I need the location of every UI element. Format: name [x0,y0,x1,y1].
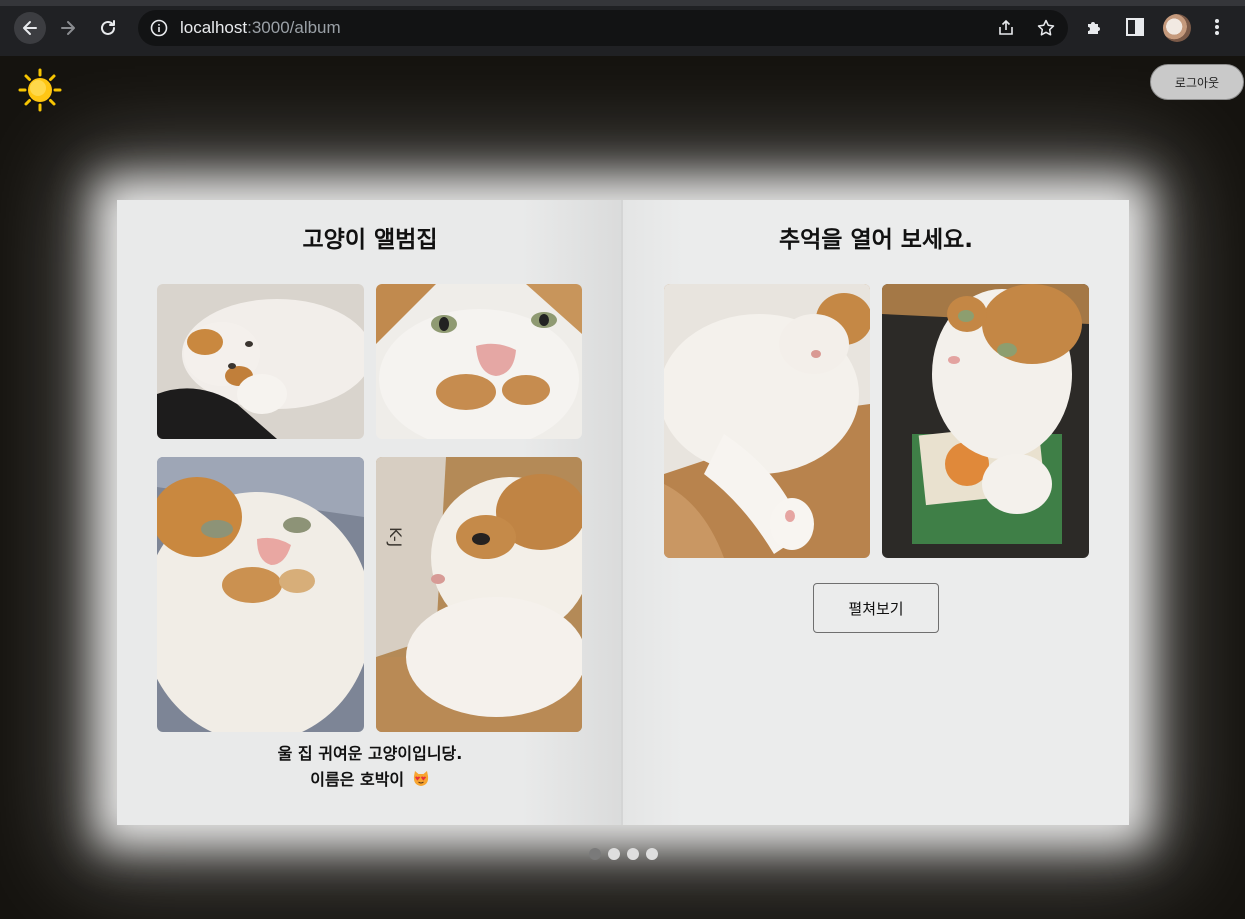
left-page-title: 고양이 앨범집 [302,227,438,253]
cat-photo-3 [157,457,364,732]
extensions-puzzle-icon[interactable] [1084,16,1106,38]
url-path: :3000/album [247,18,341,37]
tab-strip [0,0,1245,6]
cat-photo-4: K-J [376,457,582,732]
reload-button[interactable] [92,12,124,44]
back-button[interactable] [14,12,46,44]
pagination-dot-1[interactable] [589,848,601,860]
pagination-dot-3[interactable] [627,848,639,860]
arrow-left-icon [23,21,37,35]
cat-photo-5 [664,284,870,558]
kebab-menu-icon[interactable] [1206,16,1228,38]
album-book: 고양이 앨범집 K-J 울 집 귀여운 고양이입니당. 이름은 호박이 추억을 … [117,200,1129,825]
reload-icon [101,20,115,35]
info-icon[interactable] [150,19,168,37]
url-host: localhost [180,18,248,37]
album-right-page: 추억을 열어 보세요. 펼쳐보기 [623,200,1129,825]
page-viewport: 로그아웃 고양이 앨범집 K-J 울 집 귀여운 고양이입니당. 이름은 호박이… [2,56,1244,917]
cat-photo-6 [882,284,1089,558]
address-bar[interactable]: localhost:3000/album [138,10,1068,46]
browser-toolbar: localhost:3000/album [0,0,1245,56]
cat-photo-1 [157,284,364,439]
album-caption-line1: 울 집 귀여운 고양이입니당. [277,744,463,763]
share-icon[interactable] [996,18,1016,38]
bookmark-star-icon[interactable] [1036,18,1056,38]
profile-avatar[interactable] [1163,14,1191,42]
open-album-button[interactable]: 펼쳐보기 [813,583,939,633]
logout-button[interactable]: 로그아웃 [1150,64,1244,100]
pagination-dot-2[interactable] [608,848,620,860]
url-text[interactable]: localhost:3000/album [180,18,341,38]
album-caption-text: 이름은 호박이 [310,770,405,789]
album-left-page: 고양이 앨범집 K-J 울 집 귀여운 고양이입니당. 이름은 호박이 [117,200,623,825]
arrow-right-icon [61,21,75,35]
forward-button[interactable] [52,12,84,44]
pagination-dots [589,848,658,860]
album-caption-line2: 이름은 호박이 [117,768,623,792]
sun-theme-icon[interactable] [18,68,62,112]
svg-text:K-J: K-J [386,527,405,547]
right-page-title: 추억을 열어 보세요. [778,227,974,253]
pagination-dot-4[interactable] [646,848,658,860]
side-panel-icon[interactable] [1124,16,1146,38]
heart-eyes-cat-icon [413,771,428,786]
cat-photo-2 [376,284,582,439]
